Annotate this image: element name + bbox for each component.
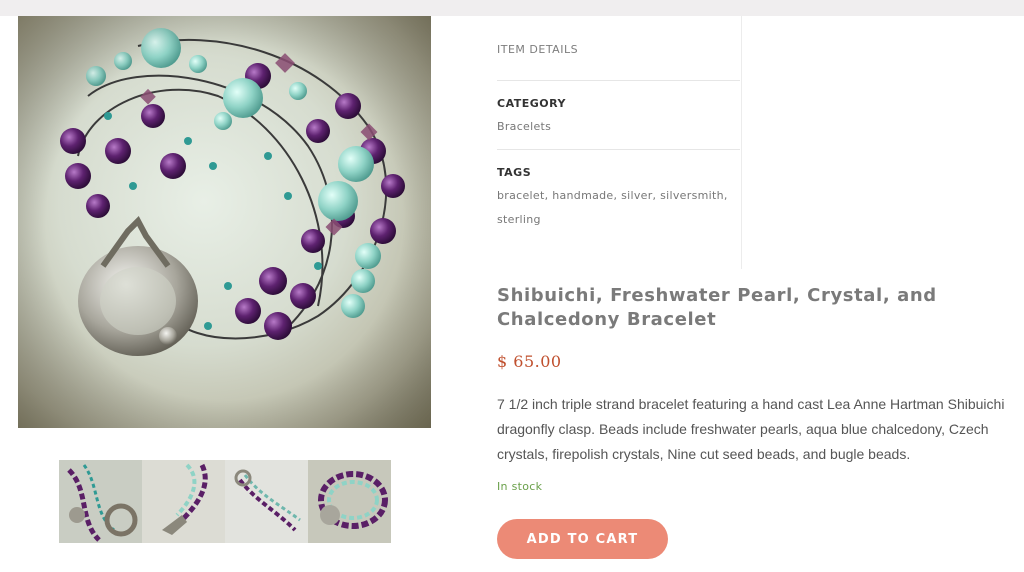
category-link[interactable]: Bracelets — [497, 120, 551, 133]
thumbnail-strip — [59, 460, 391, 543]
divider — [497, 149, 740, 150]
tag-link[interactable]: silver — [621, 189, 652, 202]
main-product-image[interactable] — [18, 16, 431, 428]
item-details-panel: ITEM DETAILS CATEGORY Bracelets TAGS bra… — [471, 16, 742, 269]
tag-link[interactable]: bracelet — [497, 189, 545, 202]
tag-link[interactable]: handmade — [552, 189, 613, 202]
tags-list: bracelet, handmade, silver, silversmith,… — [497, 189, 728, 226]
stock-status: In stock — [497, 480, 543, 493]
product-price: $ 65.00 — [497, 352, 562, 371]
thumbnail-3[interactable] — [225, 460, 308, 543]
tag-link[interactable]: silversmith — [660, 189, 724, 202]
add-to-cart-button[interactable]: ADD TO CART — [497, 519, 668, 559]
category-value: Bracelets — [497, 115, 737, 139]
product-title: Shibuichi, Freshwater Pearl, Crystal, an… — [497, 285, 937, 330]
product-card: ITEM DETAILS CATEGORY Bracelets TAGS bra… — [0, 16, 1024, 572]
product-description: 7 1/2 inch triple strand bracelet featur… — [497, 396, 1005, 462]
tags-label: TAGS — [497, 166, 532, 179]
thumbnail-1[interactable] — [59, 460, 142, 543]
tag-link[interactable]: sterling — [497, 213, 541, 226]
thumbnail-2[interactable] — [142, 460, 225, 543]
category-label: CATEGORY — [497, 97, 566, 110]
thumbnail-4[interactable] — [308, 460, 391, 543]
item-details-heading: ITEM DETAILS — [497, 43, 579, 56]
divider — [497, 80, 740, 81]
